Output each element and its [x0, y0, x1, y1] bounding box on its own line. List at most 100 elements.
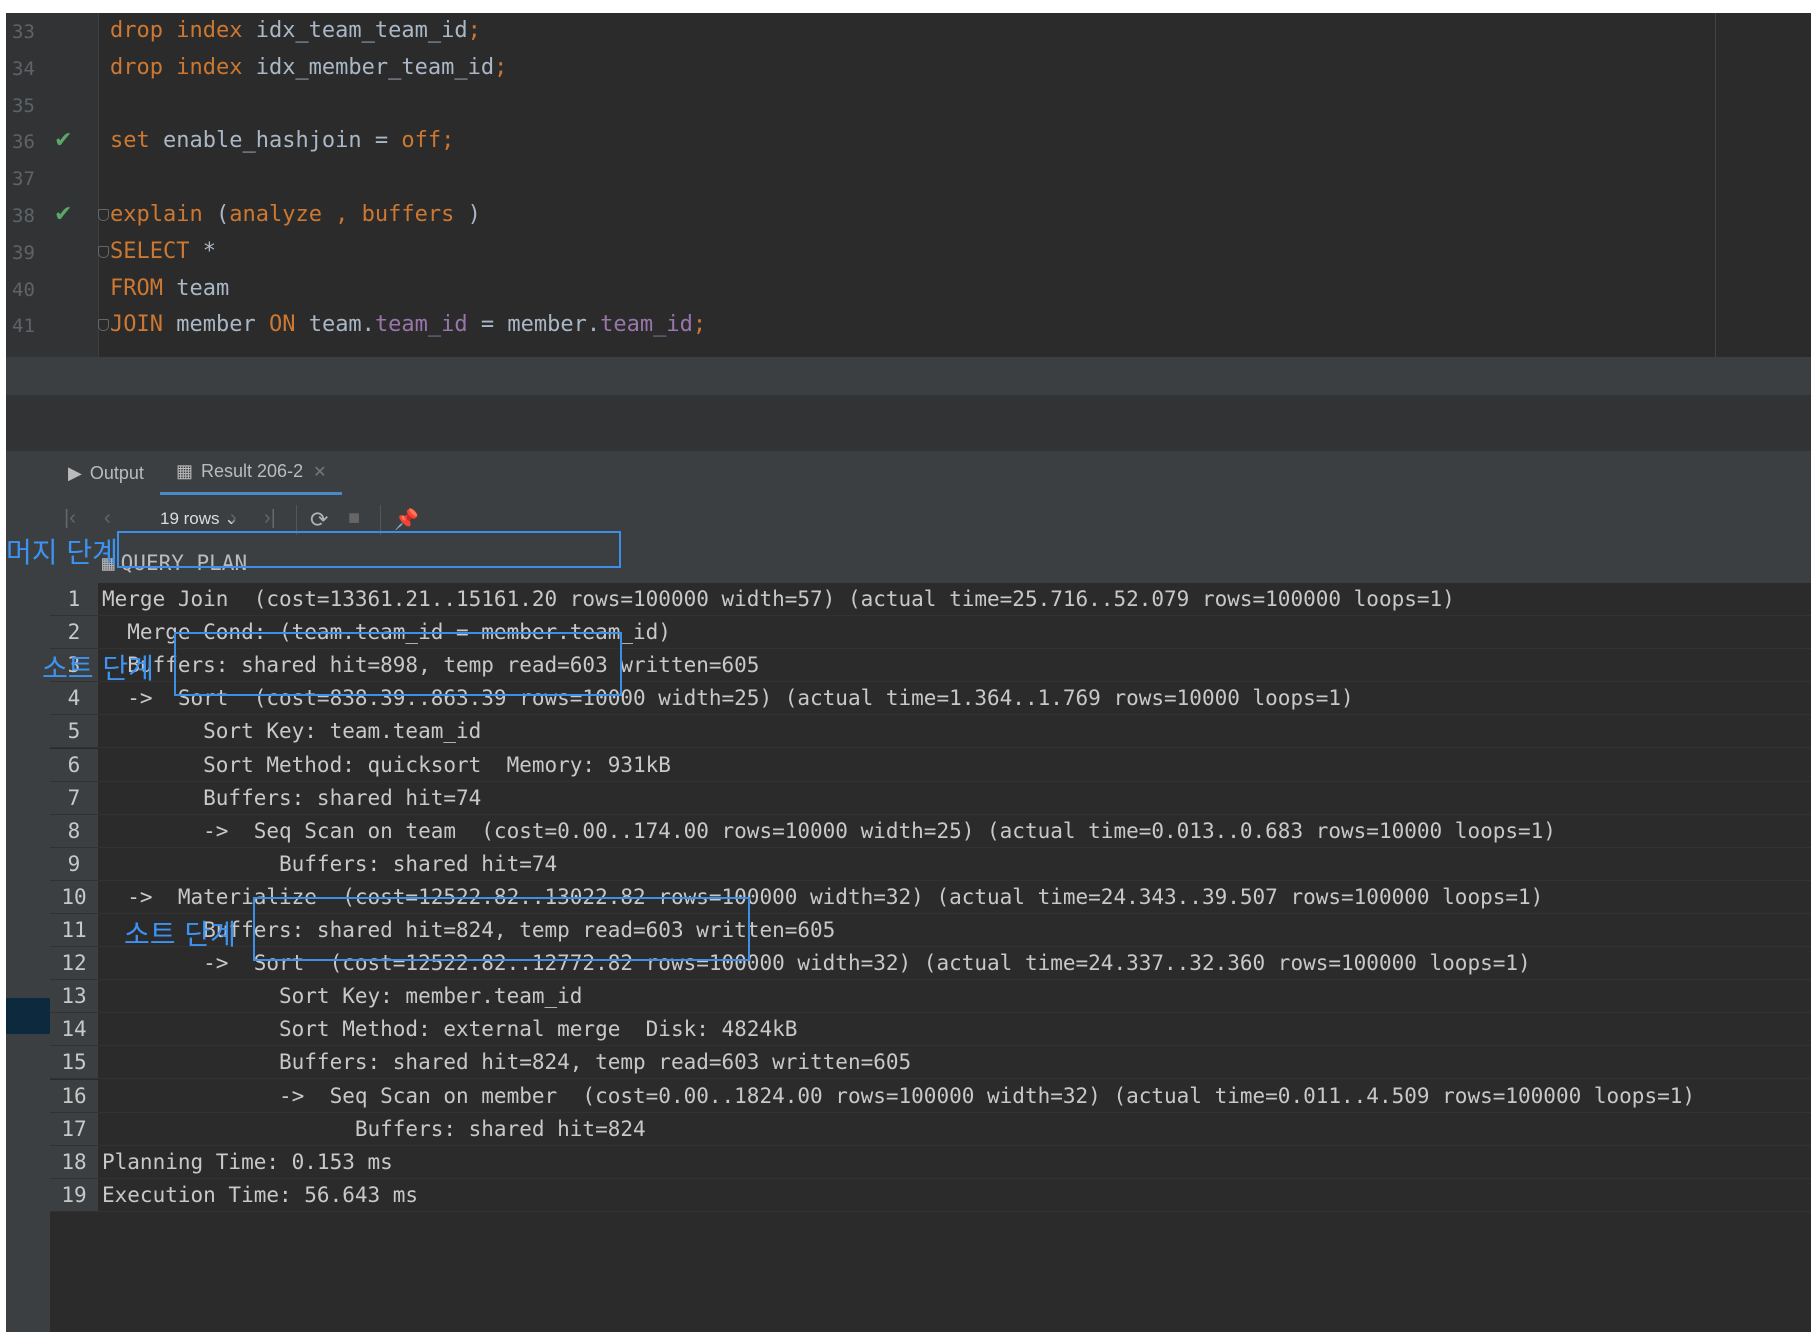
query-plan-cell[interactable]: Buffers: shared hit=74	[102, 782, 481, 814]
row-number[interactable]: 4	[50, 682, 98, 715]
code-token: drop index	[110, 18, 243, 43]
query-plan-cell[interactable]: Buffers: shared hit=824	[102, 1113, 646, 1145]
code-token: ;	[692, 312, 707, 338]
first-page-icon[interactable]: |‹	[64, 507, 76, 530]
editor-bottom-area	[6, 357, 1811, 395]
tab-result[interactable]: ▦ Result 206-2 ✕	[160, 451, 343, 495]
tab-output[interactable]: ▶ Output	[68, 451, 144, 495]
table-row[interactable]: 7 Buffers: shared hit=74	[50, 781, 1811, 815]
line-number: 37	[12, 168, 35, 191]
editor-line[interactable]: 34 drop index idx_member_team_id;	[6, 50, 1811, 87]
row-number[interactable]: 17	[50, 1112, 98, 1145]
query-plan-cell[interactable]: Sort Key: team.team_id	[102, 715, 481, 747]
line-number: 38	[12, 205, 35, 227]
table-row[interactable]: 1 Merge Join (cost=13361.21..15161.20 row…	[50, 583, 1811, 617]
editor-line[interactable]: 33 drop index idx_team_team_id;	[6, 13, 1811, 50]
row-number[interactable]: 15	[50, 1046, 98, 1079]
table-row[interactable]: 18 Planning Time: 0.153 ms	[50, 1145, 1811, 1179]
table-row[interactable]: 14 Sort Method: external merge Disk: 482…	[50, 1013, 1811, 1047]
refresh-icon[interactable]: ⟳	[310, 507, 328, 533]
sort-team-highlight	[174, 632, 622, 696]
table-row[interactable]: 8 -> Seq Scan on team (cost=0.00..174.00…	[50, 814, 1811, 848]
row-number[interactable]: 14	[50, 1013, 98, 1046]
query-plan-cell[interactable]: Merge Join (cost=13361.21..15161.20 rows…	[102, 583, 1455, 615]
sql-editor[interactable]: 33 drop index idx_team_team_id; 34 drop ind…	[6, 13, 1811, 357]
query-plan-cell[interactable]: Planning Time: 0.153 ms	[102, 1146, 393, 1178]
code-token: team_id	[600, 312, 693, 338]
result-tabs: ▶ Output ▦ Result 206-2 ✕	[50, 451, 1811, 496]
table-row[interactable]: 13 Sort Key: member.team_id	[50, 980, 1811, 1014]
close-icon[interactable]: ✕	[313, 462, 326, 482]
code-token: = member.	[467, 312, 601, 338]
query-plan-cell[interactable]: -> Seq Scan on team (cost=0.00..174.00 r…	[102, 815, 1556, 847]
code-token: JOIN	[110, 312, 163, 338]
editor-line[interactable]: 39 SELECT *	[6, 234, 1811, 271]
code-token: drop index	[110, 54, 243, 80]
row-number[interactable]: 19	[50, 1178, 98, 1211]
fold-marker-icon[interactable]	[98, 319, 109, 332]
row-number[interactable]: 1	[50, 583, 98, 616]
line-number: 39	[12, 241, 35, 264]
line-number: 33	[12, 21, 35, 43]
editor-line[interactable]: 37	[6, 160, 1811, 197]
query-plan-cell[interactable]: -> Seq Scan on member (cost=0.00..1824.0…	[102, 1080, 1695, 1112]
editor-line[interactable]: 38 ✔ explain (analyze , buffers )	[6, 197, 1811, 234]
panel-splitter[interactable]	[6, 395, 1811, 452]
last-page-icon[interactable]: ›|	[264, 507, 276, 530]
table-icon: ▦	[176, 461, 194, 481]
editor-line[interactable]: 35	[6, 87, 1811, 124]
editor-line[interactable]: 40 FROM team	[6, 271, 1811, 308]
table-row[interactable]: 5 Sort Key: team.team_id	[50, 715, 1811, 749]
row-number[interactable]: 13	[50, 980, 98, 1013]
stop-icon[interactable]: ■	[348, 507, 360, 530]
query-plan-cell[interactable]: Buffers: shared hit=824, temp read=603 w…	[102, 1046, 911, 1078]
fold-marker-icon[interactable]	[98, 209, 109, 221]
row-number[interactable]: 6	[50, 748, 98, 781]
code-text: JOIN member ON team.team_id = member.tea…	[110, 312, 706, 337]
fold-marker-icon[interactable]	[98, 245, 109, 258]
row-number[interactable]: 5	[50, 715, 98, 748]
code-token: enable_hashjoin =	[149, 128, 402, 154]
row-number[interactable]: 8	[50, 814, 98, 847]
row-number[interactable]: 18	[50, 1145, 98, 1178]
code-token: team.	[295, 312, 375, 338]
query-plan-cell[interactable]: Execution Time: 56.643 ms	[102, 1179, 418, 1211]
query-plan-cell[interactable]: Sort Method: quicksort Memory: 931kB	[102, 749, 671, 781]
code-text: drop index idx_member_team_id;	[110, 55, 507, 80]
checkmark-icon: ✔	[54, 202, 73, 227]
rows-count-label: 19 rows	[160, 509, 220, 528]
pin-icon[interactable]: 📌	[394, 507, 419, 532]
editor-line[interactable]: 36 ✔ set enable_hashjoin = off;	[6, 123, 1811, 160]
code-token: idx_team_team_id	[242, 18, 468, 43]
selected-row-marker	[6, 998, 50, 1034]
code-token: set	[110, 128, 150, 154]
row-number[interactable]: 2	[50, 616, 98, 649]
table-row[interactable]: 16 -> Seq Scan on member (cost=0.00..182…	[50, 1079, 1811, 1113]
table-row[interactable]: 19 Execution Time: 56.643 ms	[50, 1178, 1811, 1212]
code-token: explain	[110, 202, 203, 227]
code-token: off;	[401, 128, 455, 154]
console-output-icon: ▶	[68, 462, 82, 483]
table-row[interactable]: 9 Buffers: shared hit=74	[50, 847, 1811, 881]
row-number[interactable]: 9	[50, 847, 98, 880]
editor-line[interactable]: 41 JOIN member ON team.team_id = member.t…	[6, 307, 1811, 344]
table-row[interactable]: 15 Buffers: shared hit=824, temp read=60…	[50, 1046, 1811, 1080]
next-page-icon[interactable]: ›	[230, 507, 237, 530]
line-number: 41	[12, 315, 35, 338]
query-plan-cell[interactable]: Sort Key: member.team_id	[102, 980, 582, 1012]
table-row[interactable]: 6 Sort Method: quicksort Memory: 931kB	[50, 748, 1811, 782]
row-number[interactable]: 11	[50, 914, 98, 947]
previous-page-icon[interactable]: ‹	[104, 507, 111, 530]
row-number[interactable]: 12	[50, 947, 98, 980]
code-token: team_id	[374, 312, 468, 338]
rows-count-dropdown[interactable]: 19 rows ⌄	[160, 509, 239, 529]
code-token: analyze , buffers	[229, 202, 455, 227]
row-number[interactable]: 7	[50, 781, 98, 814]
table-row[interactable]: 17 Buffers: shared hit=824	[50, 1112, 1811, 1146]
code-text: SELECT *	[110, 239, 216, 264]
sort-stage-label-2: 소트 단계	[124, 918, 236, 951]
query-plan-cell[interactable]: Sort Method: external merge Disk: 4824kB	[102, 1013, 797, 1045]
query-plan-cell[interactable]: Buffers: shared hit=74	[102, 848, 557, 880]
row-number[interactable]: 16	[50, 1079, 98, 1112]
row-number[interactable]: 10	[50, 880, 98, 913]
